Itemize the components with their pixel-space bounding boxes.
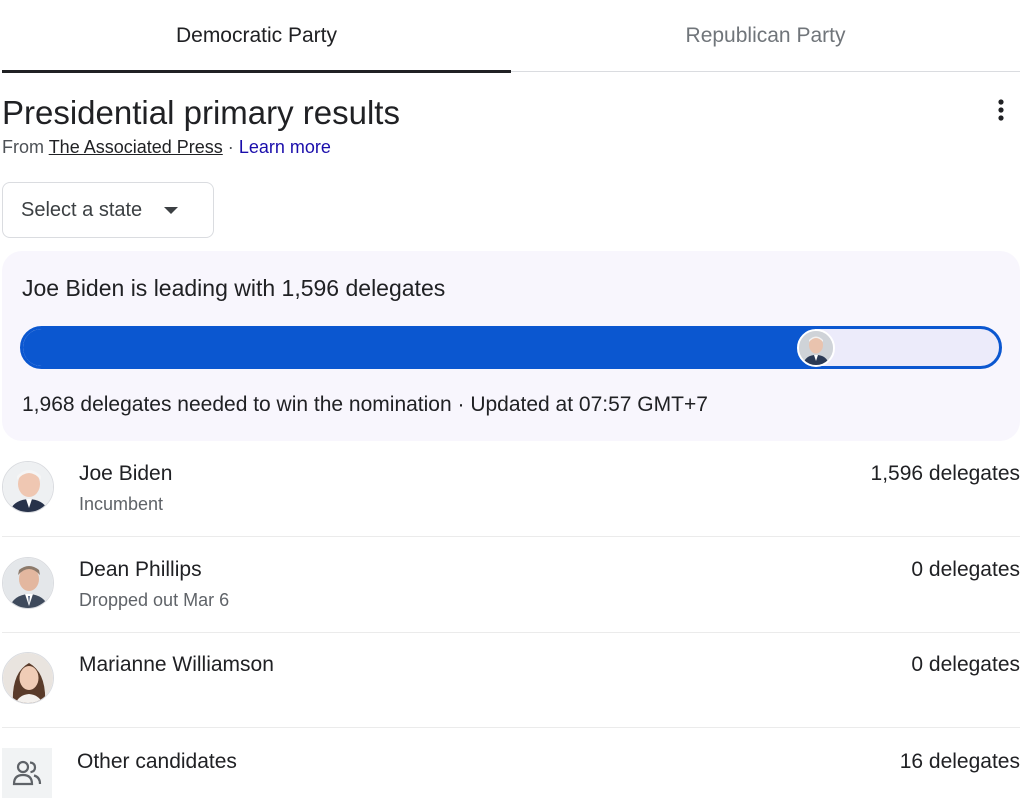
candidate-name: Joe Biden (79, 462, 173, 485)
delegate-summary-card: Joe Biden is leading with 1,596 delegate… (2, 251, 1020, 441)
leading-text: Joe Biden is leading with 1,596 delegate… (22, 275, 446, 301)
candidate-name: Dean Phillips (79, 558, 202, 581)
others-label: Other candidates (77, 750, 237, 773)
more-vert-icon (998, 99, 1004, 121)
delegate-progress-bar (20, 326, 1002, 369)
candidate-avatar-icon (2, 652, 54, 704)
source-line: From The Associated Press · Learn more (2, 137, 331, 158)
tab-democratic-party[interactable]: Democratic Party (2, 0, 511, 73)
list-item[interactable]: Marianne Williamson 0 delegates (2, 632, 1020, 728)
source-separator: · (227, 137, 234, 157)
list-item[interactable]: Dean Phillips Dropped out Mar 6 0 delega… (2, 537, 1020, 633)
list-item[interactable]: Joe Biden Incumbent 1,596 delegates (2, 441, 1020, 537)
more-options-button[interactable] (986, 94, 1016, 126)
source-prefix: From (2, 137, 44, 157)
candidate-avatar-icon (2, 557, 54, 609)
people-icon (2, 748, 52, 798)
candidate-status: Dropped out Mar 6 (79, 590, 230, 610)
others-delegates: 16 delegates (899, 750, 1020, 773)
nomination-threshold-text: 1,968 delegates needed to win the nomina… (22, 393, 708, 416)
state-select[interactable]: Select a state (2, 182, 214, 238)
list-item-other-candidates[interactable]: Other candidates 16 delegates (2, 728, 1020, 804)
candidate-name: Marianne Williamson (79, 653, 274, 676)
delegate-progress-fill (23, 329, 815, 366)
candidate-delegates: 0 delegates (911, 653, 1020, 676)
source-link[interactable]: The Associated Press (49, 137, 223, 157)
page-title: Presidential primary results (2, 94, 400, 131)
tab-republican-party[interactable]: Republican Party (511, 0, 1020, 72)
learn-more-link[interactable]: Learn more (239, 137, 331, 157)
candidate-status: Incumbent (79, 494, 164, 514)
candidate-delegates: 1,596 delegates (870, 462, 1020, 485)
state-select-label: Select a state (21, 198, 143, 221)
dropdown-caret-icon (164, 206, 179, 214)
candidate-delegates: 0 delegates (911, 558, 1020, 581)
party-tabs: Democratic Party Republican Party (2, 0, 1020, 73)
candidate-avatar-icon (2, 461, 54, 513)
